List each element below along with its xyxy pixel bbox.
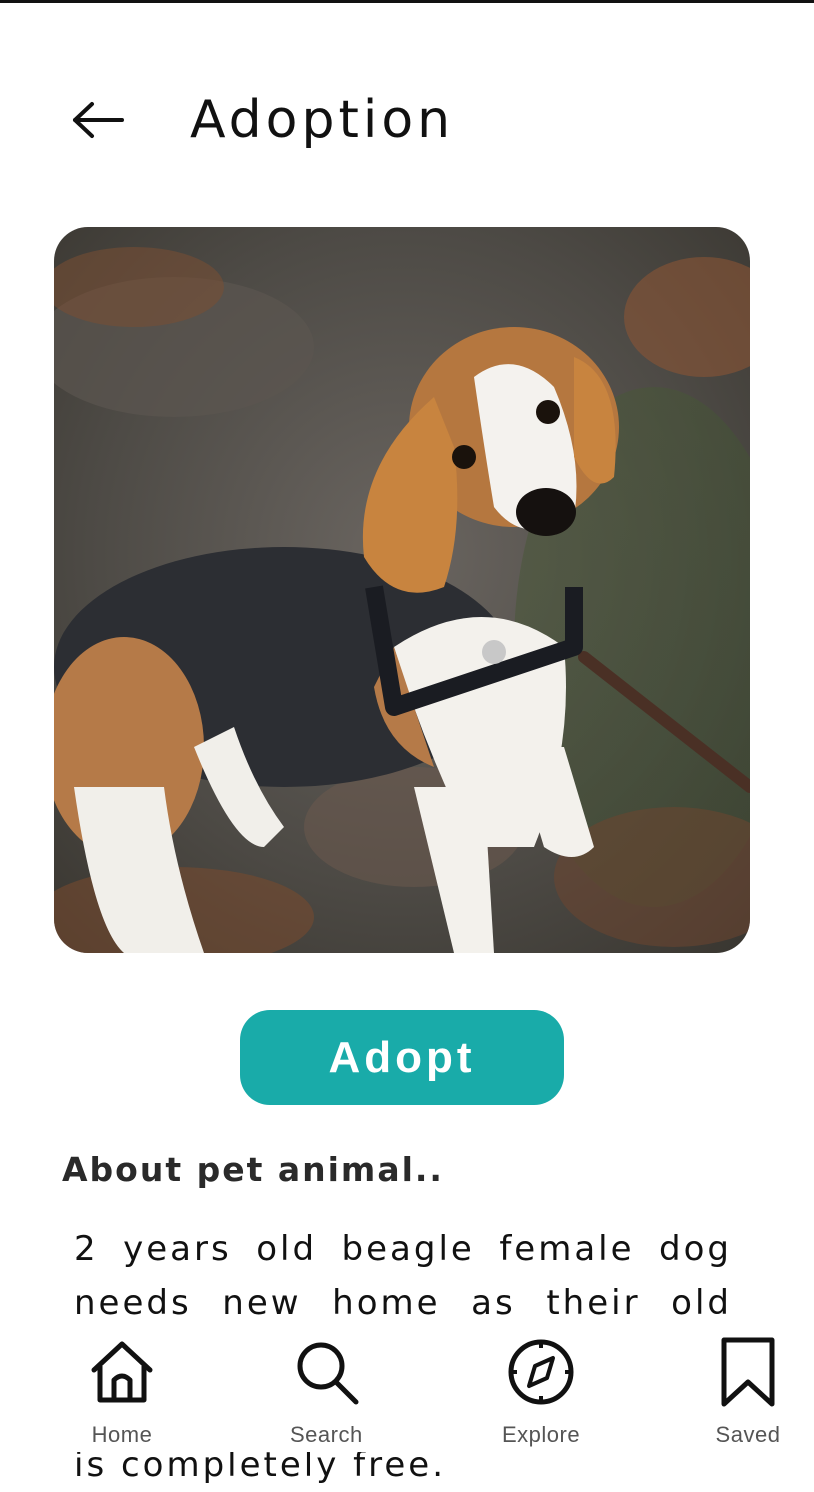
top-border	[0, 0, 814, 3]
page-title: Adoption	[190, 90, 455, 150]
nav-label-home: Home	[91, 1422, 153, 1447]
search-icon	[297, 1342, 359, 1405]
nav-item-explore[interactable]: Explore	[502, 1336, 580, 1448]
bookmark-icon	[721, 1337, 775, 1407]
about-heading: About pet animal..	[62, 1150, 444, 1189]
arrow-left-icon	[73, 102, 124, 138]
home-icon	[91, 1341, 153, 1403]
nav-item-search[interactable]: Search	[290, 1336, 363, 1448]
back-button[interactable]	[70, 100, 126, 140]
pet-photo	[54, 227, 750, 953]
bottom-navigation: Home Search Explore Saved	[0, 1328, 814, 1452]
nav-label-explore: Explore	[502, 1422, 581, 1447]
nav-item-home[interactable]: Home	[86, 1336, 158, 1448]
compass-icon	[508, 1339, 574, 1405]
header: Adoption	[70, 88, 454, 152]
nav-label-saved: Saved	[715, 1422, 781, 1447]
nav-item-saved[interactable]: Saved	[712, 1336, 784, 1448]
nav-label-search: Search	[290, 1422, 363, 1447]
beagle-dog-photo	[54, 227, 750, 953]
adopt-button[interactable]: Adopt	[240, 1010, 564, 1105]
